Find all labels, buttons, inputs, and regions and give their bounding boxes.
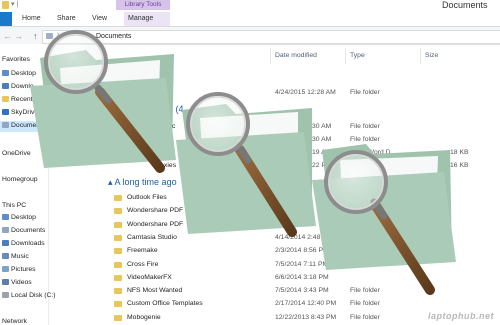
watermark: laptophub.net (428, 311, 494, 321)
magnifier-illustration (30, 30, 456, 295)
